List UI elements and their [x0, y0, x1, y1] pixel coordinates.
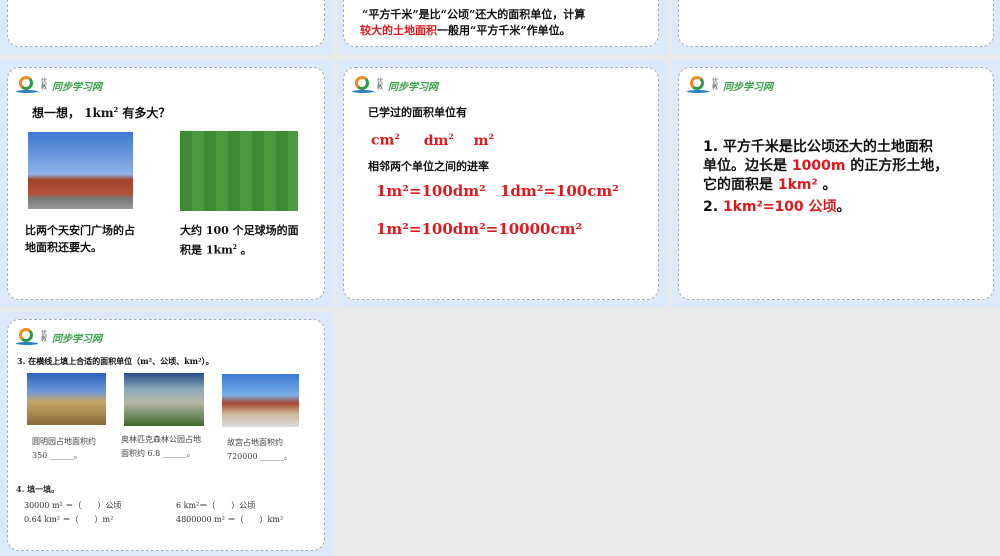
slide-thumbnail-2[interactable]: “平方千米”是比“公顷”还大的面积单位，计算 较大的土地面积一般用“平方千米”作… [337, 0, 668, 55]
caption-2: 奥林匹克森林公园占地 面积约 6.8 ______。 [121, 435, 201, 458]
slide-card: 优教 同步学习网 已学过的面积单位有 cm2 dm2 m2 相邻两个单位之间的进率 1… [343, 67, 659, 300]
caption-3: 故宫占地面积约 720000 ______。 [227, 438, 293, 461]
olympic-park-image [124, 373, 204, 426]
slide-text: 相邻两个单位之间的进率 [368, 160, 489, 173]
slide-card: 优教 同步学习网 想一想， 1km2 有多大？ 比两个天安门广场的占 地面积还要大。… [7, 67, 325, 300]
brand-small: 优教 [41, 330, 48, 343]
caption-tiananmen: 比两个天安门广场的占 地面积还要大。 [25, 224, 135, 254]
brand-small: 优教 [712, 78, 719, 91]
slide-text: “平方千米”是比“公顷”还大的面积单位，计算 [362, 8, 586, 21]
slide-text: 较大的土地面积一般用“平方千米”作单位。 [360, 22, 571, 38]
yuanmingyuan-image [27, 373, 106, 425]
slide-thumbnail-1[interactable] [0, 0, 333, 55]
question-3: 3. 在横线上填上合适的面积单位（m²、公顷、km²）。 [17, 356, 214, 366]
brand-small: 优教 [377, 78, 384, 91]
brand-name: 同步学习网 [388, 81, 438, 93]
units-row: cm2 dm2 m2 [371, 132, 494, 149]
slide-heading: 想一想， 1km2 有多大？ [32, 106, 171, 120]
caption-football: 大约 100 个足球场的面 积是 1km2 。 [180, 224, 299, 257]
fill-item: 6 km²＝（ ）公顷 [176, 501, 256, 510]
slide-thumbnail-3[interactable] [672, 0, 1000, 55]
slide-text: 一般用“平方千米”作单位。 [437, 24, 571, 37]
fill-item: 30000 m² ＝（ ）公顷 [24, 501, 122, 510]
slide-thumbnail-6[interactable]: 优教 同步学习网 1. 平方千米是比公顷还大的土地面积 单位。边长是 1000m … [672, 60, 1000, 307]
brand-name: 同步学习网 [52, 81, 102, 93]
brand-name: 同步学习网 [52, 333, 102, 345]
equation: 1m²=100dm² [376, 182, 486, 200]
slide-card [678, 0, 994, 47]
tiananmen-image [28, 132, 133, 209]
brand-logo: 优教 同步学习网 [16, 328, 102, 346]
equation: 1dm²=100cm² [500, 182, 619, 200]
brand-name: 同步学习网 [723, 81, 773, 93]
slide-card: “平方千米”是比“公顷”还大的面积单位，计算 较大的土地面积一般用“平方千米”作… [343, 0, 659, 47]
brand-logo: 优教 同步学习网 [352, 76, 438, 94]
question-4: 4. 填一填。 [16, 484, 60, 494]
slide-text: 已学过的面积单位有 [368, 106, 467, 119]
logo-icon [352, 76, 374, 94]
slide-card [7, 0, 325, 47]
fill-item: 0.64 km² ＝（ ）m² [24, 515, 114, 524]
slide-thumbnail-4[interactable]: 优教 同步学习网 想一想， 1km2 有多大？ 比两个天安门广场的占 地面积还要大。… [0, 60, 333, 307]
caption-1: 圆明园占地面积约 350 ______。 [32, 437, 96, 460]
logo-icon [16, 328, 38, 346]
logo-icon [16, 76, 38, 94]
brand-logo: 优教 同步学习网 [16, 76, 102, 94]
summary-text: 1. 平方千米是比公顷还大的土地面积 单位。边长是 1000m 的正方形土地， … [703, 139, 949, 215]
brand-small: 优教 [41, 78, 48, 91]
slide-card: 优教 同步学习网 1. 平方千米是比公顷还大的土地面积 单位。边长是 1000m … [678, 67, 994, 300]
brand-logo: 优教 同步学习网 [687, 76, 773, 94]
highlight-text: 较大的土地面积 [360, 24, 437, 37]
fill-item: 4800000 m² ＝（ ）km² [176, 515, 284, 524]
logo-icon [687, 76, 709, 94]
slide-thumbnail-7[interactable]: 优教 同步学习网 3. 在横线上填上合适的面积单位（m²、公顷、km²）。 圆明园… [0, 312, 333, 556]
equation: 1m²=100dm²=10000cm² [376, 220, 583, 238]
slide-thumbnail-5[interactable]: 优教 同步学习网 已学过的面积单位有 cm2 dm2 m2 相邻两个单位之间的进率 1… [337, 60, 668, 307]
slide-card: 优教 同步学习网 3. 在横线上填上合适的面积单位（m²、公顷、km²）。 圆明园… [7, 319, 325, 551]
forbidden-city-image [222, 374, 299, 427]
football-field-image [180, 131, 298, 211]
